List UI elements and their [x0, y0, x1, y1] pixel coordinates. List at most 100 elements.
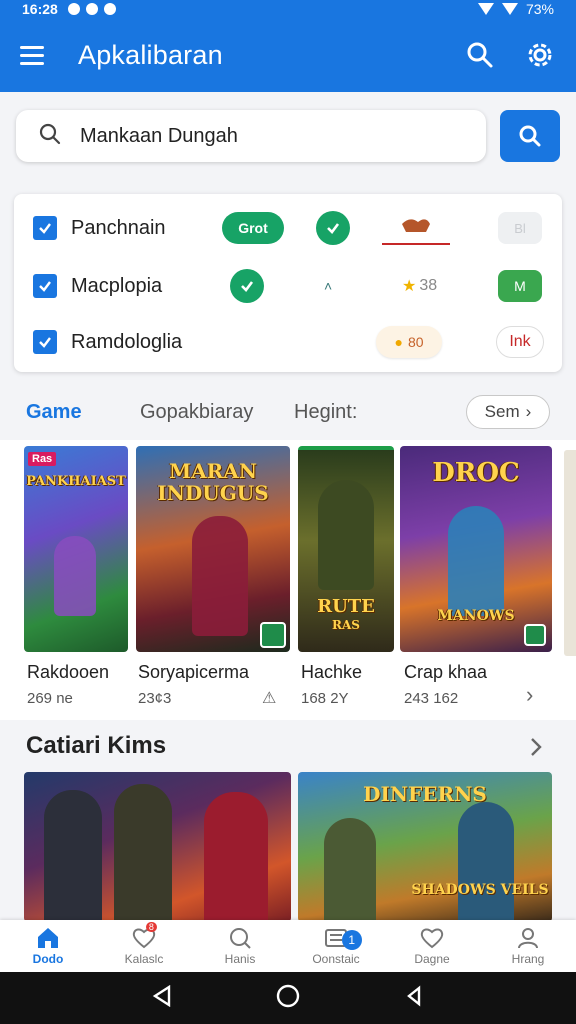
game-list: Ras PANKHAIAST Rakdooen 269 ne MARAN IND… [0, 440, 576, 720]
signal-icon [501, 3, 518, 15]
filter-row[interactable]: Ramdologlia ● 80 Ink [14, 322, 562, 362]
character-art [324, 818, 376, 922]
game-art-title: MARAN INDUGUS [157, 459, 269, 505]
filter-label: Panchnain [71, 216, 166, 239]
nav-label: Hanis [224, 952, 256, 966]
filter-row[interactable]: Panchnain Grot Bl [14, 208, 562, 248]
disabled-badge: Bl [498, 212, 542, 244]
link-pill[interactable]: Ink [496, 326, 544, 358]
status-time: 16:28 [22, 1, 58, 17]
gear-icon[interactable] [524, 39, 556, 71]
score-pill[interactable]: ● 80 [376, 326, 442, 358]
game-art-subtitle: SHADOWS VEILS [411, 882, 549, 898]
status-bar: 16:28 73% [0, 0, 576, 18]
search-row: Mankaan Dungah [16, 110, 560, 162]
nav-saved[interactable]: Dagne [384, 920, 480, 972]
nav-label: Kalaslc [124, 952, 164, 966]
game-card[interactable]: MARAN INDUGUS Soryapicerma 23¢3 ⚠ [136, 446, 290, 707]
checkbox-checked[interactable] [33, 216, 57, 240]
game-card[interactable]: Ras PANKHAIAST Rakdooen 269 ne [24, 446, 128, 707]
checkbox-checked[interactable] [33, 274, 57, 298]
nav-search[interactable]: Hanis [192, 920, 288, 972]
filter-card: Panchnain Grot Bl Macplopia ˄ ★ 38 M Ram… [14, 194, 562, 372]
message-icon [103, 3, 116, 15]
game-art-title: DINFERNS [363, 782, 487, 806]
notification-badge: 1 [341, 930, 362, 950]
status-pill[interactable]: Grot [222, 212, 284, 244]
character-art [318, 480, 374, 590]
category-tabs: Game Gopakbiaray Hegint: Sem › [0, 392, 576, 432]
character-art [54, 536, 96, 616]
nav-label: Oonstaic [312, 952, 360, 966]
check-circle-icon[interactable] [230, 269, 264, 303]
character-art [204, 792, 268, 922]
section-title: Catiari Kims [26, 732, 167, 759]
menu-icon[interactable] [20, 39, 52, 71]
nav-favorites[interactable]: 8 Kalaslc [96, 920, 192, 972]
home-icon [38, 928, 58, 948]
game-cover: Ras PANKHAIAST [24, 446, 128, 652]
see-all-button[interactable]: Sem › [466, 395, 550, 429]
search-icon [230, 928, 251, 949]
warning-icon: ⚠ [262, 690, 277, 707]
search-icon [519, 125, 541, 147]
chevron-right-icon[interactable] [528, 736, 544, 763]
search-icon [38, 122, 62, 151]
app-bar: Apkalibaran [0, 18, 576, 92]
featured-game-card[interactable]: DINFERNS SHADOWS VEILS [298, 772, 552, 922]
game-meta: 269 ne [27, 690, 73, 707]
character-art [114, 784, 172, 922]
nav-home[interactable]: Dodo [0, 920, 96, 972]
back-icon[interactable] [151, 984, 173, 1012]
search-icon[interactable] [466, 41, 494, 69]
chevron-up-icon: ˄ [324, 278, 333, 294]
chevron-right-icon[interactable]: › [526, 682, 533, 708]
home-button-icon[interactable] [275, 983, 301, 1014]
coin-icon: ● [394, 334, 403, 350]
nav-label: Dodo [32, 952, 64, 966]
game-card[interactable]: RUTE RAS Hachke 168 2Y [298, 446, 394, 707]
m-badge[interactable]: M [498, 270, 542, 302]
game-store-icon [260, 622, 286, 648]
wifi-icon [477, 3, 494, 15]
battery-level: 73% [525, 1, 554, 17]
nav-list[interactable]: 1 Oonstaic [288, 920, 384, 972]
filter-row[interactable]: Macplopia ˄ ★ 38 M [14, 266, 562, 306]
star-icon: ★ [402, 278, 417, 295]
game-cover: MARAN INDUGUS [136, 446, 290, 652]
search-query: Mankaan Dungah [80, 124, 238, 147]
tab-hegint[interactable]: Hegint: [294, 401, 357, 424]
tab-game[interactable]: Game [26, 401, 82, 424]
game-name: Rakdooen [27, 662, 110, 682]
character-art [458, 802, 514, 922]
recents-icon[interactable] [403, 985, 425, 1012]
check-circle-icon[interactable] [316, 211, 350, 245]
app-title: Apkalibaran [78, 39, 223, 70]
filter-label: Macplopia [71, 274, 163, 297]
game-card[interactable]: DROC MANOWS Crap khaa 243 162 › [400, 446, 552, 707]
chevron-right-icon: › [525, 402, 532, 421]
game-art-title: PANKHAIAST [26, 474, 126, 489]
game-art-subtitle: RAS [332, 618, 360, 632]
notification-icon [67, 3, 80, 15]
search-button[interactable] [500, 110, 560, 162]
checkbox-checked[interactable] [33, 330, 57, 354]
game-cover: DROC MANOWS [400, 446, 552, 652]
search-input[interactable]: Mankaan Dungah [16, 110, 486, 162]
game-name: Soryapicerma [138, 662, 250, 682]
tab-gopakbiaray[interactable]: Gopakbiaray [140, 401, 253, 424]
filter-label: Ramdologlia [71, 330, 183, 353]
game-thumbnail-icon[interactable] [380, 210, 452, 246]
character-art [192, 516, 248, 636]
see-all-label: Sem [484, 402, 520, 421]
game-art-title: DROC [432, 458, 520, 488]
game-meta: 243 162 [404, 690, 459, 707]
game-name: Crap khaa [404, 662, 488, 682]
featured-game-card[interactable] [24, 772, 291, 922]
person-icon [518, 928, 538, 949]
game-meta: 23¢3 [138, 690, 172, 707]
nav-label: Dagne [414, 952, 450, 966]
nav-profile[interactable]: Hrang [480, 920, 576, 972]
game-meta: 168 2Y [301, 690, 349, 707]
character-art [448, 506, 504, 616]
